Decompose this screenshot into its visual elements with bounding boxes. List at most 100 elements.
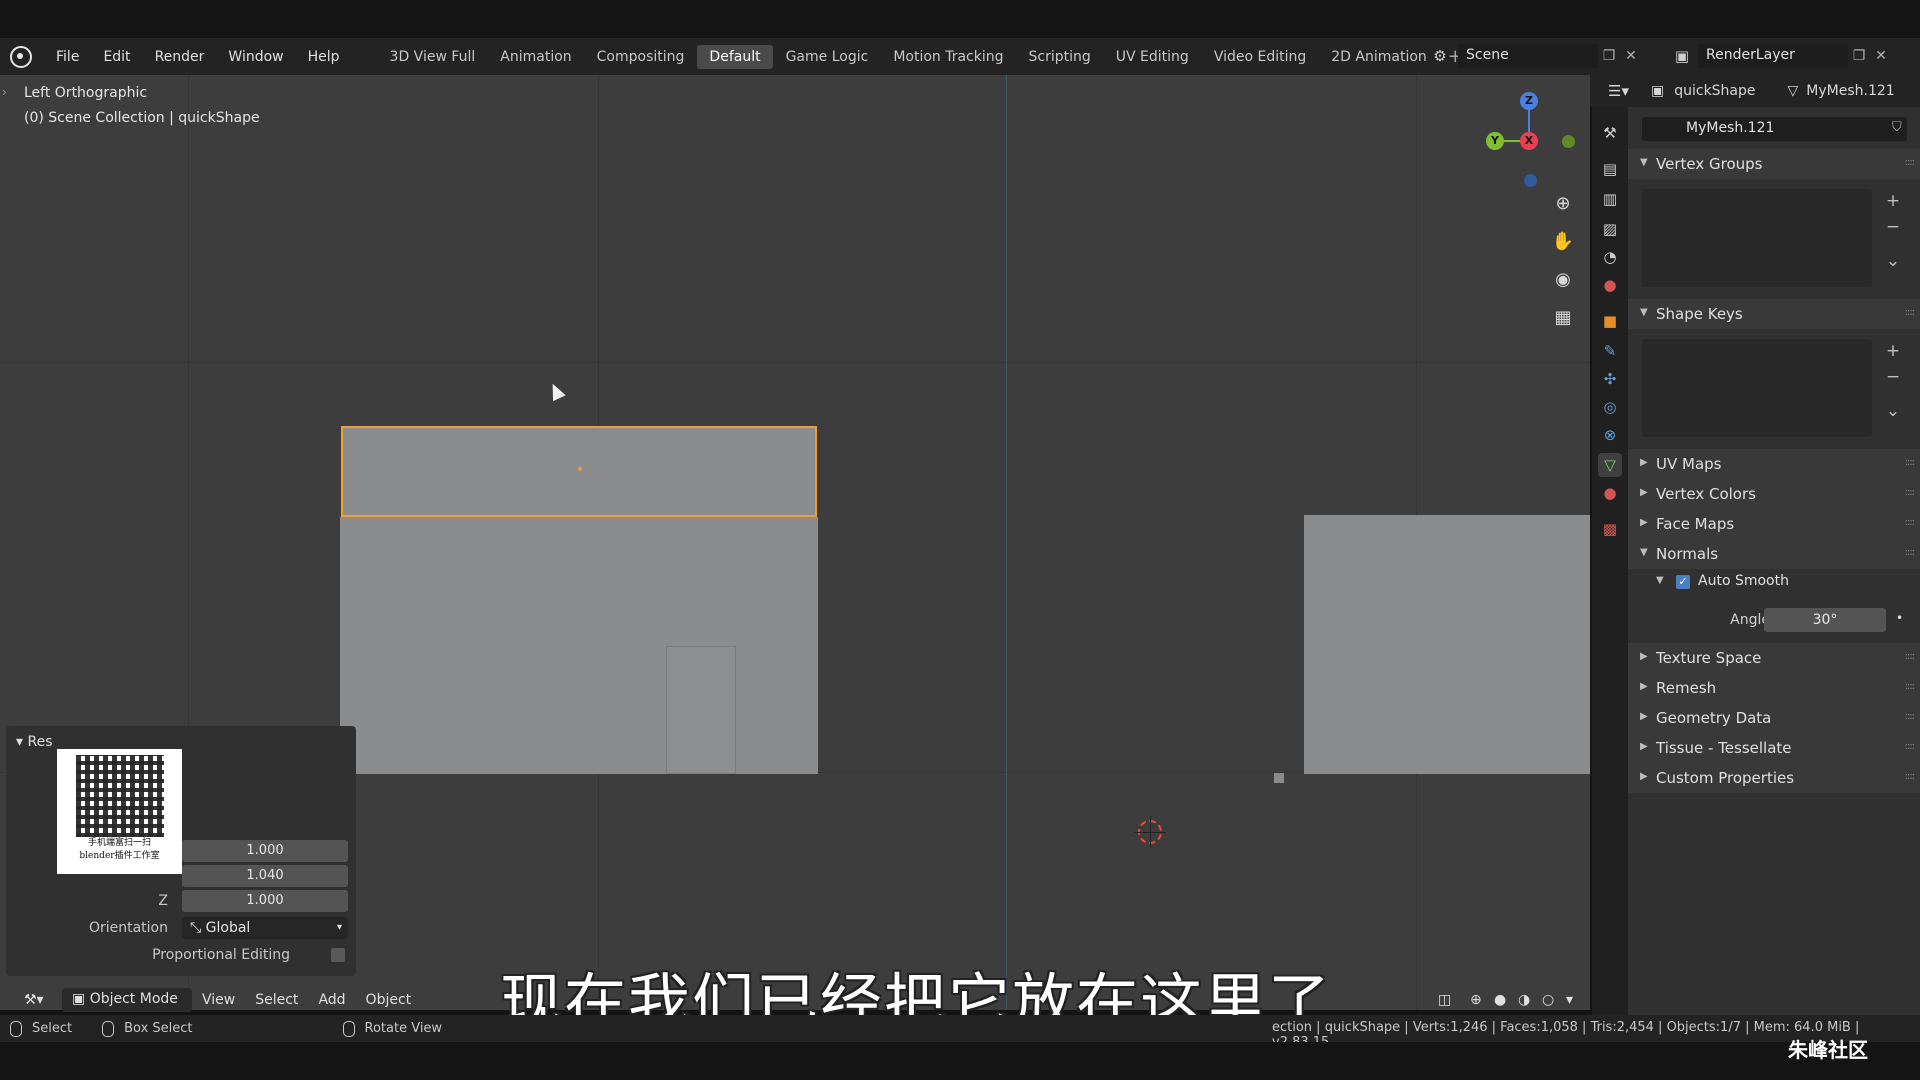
- drag-grip-icon[interactable]: ::::: [1905, 457, 1916, 468]
- editor-type-icon[interactable]: ⚒▾: [14, 992, 54, 1008]
- material-tab-icon[interactable]: ●: [1598, 481, 1622, 505]
- scale-z-field[interactable]: 1.000: [182, 890, 348, 912]
- gizmo-neg-y[interactable]: [1562, 135, 1575, 148]
- new-scene-icon[interactable]: ❐: [1598, 45, 1620, 67]
- remove-vertex-group-icon[interactable]: −: [1880, 217, 1906, 243]
- tab-default[interactable]: Default: [697, 44, 773, 69]
- menu-render[interactable]: Render: [143, 49, 217, 65]
- keyframe-dot-icon[interactable]: •: [1896, 611, 1903, 625]
- tab-3d-view-full[interactable]: 3D View Full: [378, 45, 488, 69]
- panel-vertex-colors[interactable]: ▶ Vertex Colors ::::: [1628, 479, 1920, 509]
- view-layer-tab-icon[interactable]: ▨: [1598, 217, 1622, 241]
- blender-logo-icon[interactable]: [10, 45, 32, 68]
- world-tab-icon[interactable]: ●: [1598, 273, 1622, 297]
- menu-view[interactable]: View: [192, 992, 245, 1008]
- drag-grip-icon[interactable]: ::::: [1905, 547, 1916, 558]
- tab-compositing[interactable]: Compositing: [585, 45, 697, 69]
- fake-user-shield-icon[interactable]: ⛉: [1892, 120, 1902, 135]
- modifier-tab-icon[interactable]: ✎: [1598, 339, 1622, 363]
- render-layer-name-field[interactable]: RenderLayer: [1698, 44, 1848, 68]
- proportional-editing-checkbox[interactable]: [331, 948, 345, 962]
- add-vertex-group-icon[interactable]: +: [1880, 191, 1906, 217]
- menu-select[interactable]: Select: [245, 992, 308, 1008]
- orientation-dropdown[interactable]: ⤡ Global ▾: [182, 917, 348, 939]
- pan-hand-icon[interactable]: ✋: [1550, 229, 1576, 255]
- new-layer-icon[interactable]: ❐: [1848, 45, 1870, 67]
- remove-shape-key-icon[interactable]: −: [1880, 367, 1906, 393]
- tab-video-editing[interactable]: Video Editing: [1202, 45, 1318, 69]
- menu-edit[interactable]: Edit: [91, 49, 142, 65]
- redo-panel-title[interactable]: ▾ Res: [16, 734, 53, 750]
- scale-x-field[interactable]: 1.000: [182, 840, 348, 862]
- object-mode-dropdown[interactable]: ▣ Object Mode: [62, 988, 192, 1012]
- render-tab-icon[interactable]: ▤: [1598, 157, 1622, 181]
- panel-normals[interactable]: ▼ Normals ::::: [1628, 539, 1920, 569]
- delete-scene-icon[interactable]: ✕: [1620, 45, 1642, 67]
- menu-window[interactable]: Window: [216, 49, 295, 65]
- output-tab-icon[interactable]: ▥: [1598, 187, 1622, 211]
- gizmo-z-axis[interactable]: Z: [1520, 92, 1538, 110]
- properties-editor-icon[interactable]: ☰▾: [1608, 82, 1629, 100]
- delete-layer-icon[interactable]: ✕: [1870, 45, 1892, 67]
- camera-view-icon[interactable]: ◉: [1550, 267, 1576, 293]
- tool-tab-icon[interactable]: ⚒: [1598, 121, 1622, 145]
- drag-grip-icon[interactable]: ::::: [1905, 307, 1916, 318]
- angle-field[interactable]: 30°: [1764, 608, 1886, 632]
- panel-texture-space[interactable]: ▶ Texture Space ::::: [1628, 643, 1920, 673]
- render-layer-icon[interactable]: ▣: [1672, 47, 1692, 65]
- tab-2d-animation[interactable]: 2D Animation: [1319, 45, 1439, 69]
- panel-vertex-groups[interactable]: ▼ Vertex Groups ::::: [1628, 149, 1920, 179]
- drag-grip-icon[interactable]: ::::: [1905, 157, 1916, 168]
- constraints-tab-icon[interactable]: ⊗: [1598, 423, 1622, 447]
- toolbar-expand-icon[interactable]: ›: [2, 85, 7, 99]
- panel-uv-maps[interactable]: ▶ UV Maps ::::: [1628, 449, 1920, 479]
- tab-motion-tracking[interactable]: Motion Tracking: [881, 45, 1015, 69]
- physics-tab-icon[interactable]: ◎: [1598, 395, 1622, 419]
- scene-icon[interactable]: ⚙: [1430, 47, 1450, 65]
- xray-icon[interactable]: ◫: [1428, 992, 1461, 1008]
- panel-remesh[interactable]: ▶ Remesh ::::: [1628, 673, 1920, 703]
- mesh-building-body[interactable]: [340, 517, 818, 774]
- auto-smooth-checkbox[interactable]: ✓: [1676, 575, 1690, 589]
- tab-scripting[interactable]: Scripting: [1017, 45, 1103, 69]
- shape-key-menu-icon[interactable]: ⌄: [1880, 401, 1906, 427]
- gizmo-neg-z[interactable]: [1524, 174, 1537, 187]
- tab-game-logic[interactable]: Game Logic: [774, 45, 881, 69]
- panel-geometry-data[interactable]: ▶ Geometry Data ::::: [1628, 703, 1920, 733]
- 3d-cursor-icon[interactable]: [1134, 816, 1166, 848]
- texture-tab-icon[interactable]: ▩: [1598, 517, 1622, 541]
- add-shape-key-icon[interactable]: +: [1880, 341, 1906, 367]
- panel-face-maps[interactable]: ▶ Face Maps ::::: [1628, 509, 1920, 539]
- shading-options-icon[interactable]: ▾: [1556, 992, 1583, 1008]
- menu-object[interactable]: Object: [356, 992, 422, 1008]
- menu-help[interactable]: Help: [296, 49, 352, 65]
- selected-mesh-quickshape[interactable]: [341, 426, 817, 517]
- panel-tissue-tessellate[interactable]: ▶ Tissue - Tessellate ::::: [1628, 733, 1920, 763]
- gizmo-x-axis[interactable]: X: [1520, 132, 1538, 150]
- subpanel-auto-smooth[interactable]: ▼ ✓ Auto Smooth: [1628, 569, 1920, 595]
- vertex-group-menu-icon[interactable]: ⌄: [1880, 251, 1906, 277]
- scale-y-field[interactable]: 1.040: [182, 865, 348, 887]
- panel-custom-properties[interactable]: ▶ Custom Properties ::::: [1628, 763, 1920, 793]
- mesh-data-tab-icon[interactable]: ▽: [1598, 453, 1622, 477]
- shape-keys-list[interactable]: [1642, 339, 1872, 437]
- zoom-icon[interactable]: ⊕: [1550, 191, 1576, 217]
- menu-add[interactable]: Add: [308, 992, 355, 1008]
- menu-file[interactable]: File: [44, 49, 91, 65]
- vertex-groups-list[interactable]: [1642, 189, 1872, 287]
- particles-tab-icon[interactable]: ✣: [1598, 367, 1622, 391]
- mesh-small-element[interactable]: [1274, 773, 1284, 783]
- mesh-name-field[interactable]: MyMesh.121: [1642, 117, 1907, 141]
- drag-grip-icon[interactable]: ::::: [1905, 771, 1916, 782]
- panel-shape-keys[interactable]: ▼ Shape Keys ::::: [1628, 299, 1920, 329]
- mesh-right-block[interactable]: [1304, 515, 1590, 774]
- drag-grip-icon[interactable]: ::::: [1905, 517, 1916, 528]
- scene-name-field[interactable]: Scene: [1458, 44, 1598, 68]
- drag-grip-icon[interactable]: ::::: [1905, 711, 1916, 722]
- drag-grip-icon[interactable]: ::::: [1905, 487, 1916, 498]
- drag-grip-icon[interactable]: ::::: [1905, 651, 1916, 662]
- object-tab-icon[interactable]: ■: [1598, 309, 1622, 333]
- drag-grip-icon[interactable]: ::::: [1905, 681, 1916, 692]
- tab-uv-editing[interactable]: UV Editing: [1104, 45, 1201, 69]
- ortho-grid-icon[interactable]: ▦: [1550, 305, 1576, 331]
